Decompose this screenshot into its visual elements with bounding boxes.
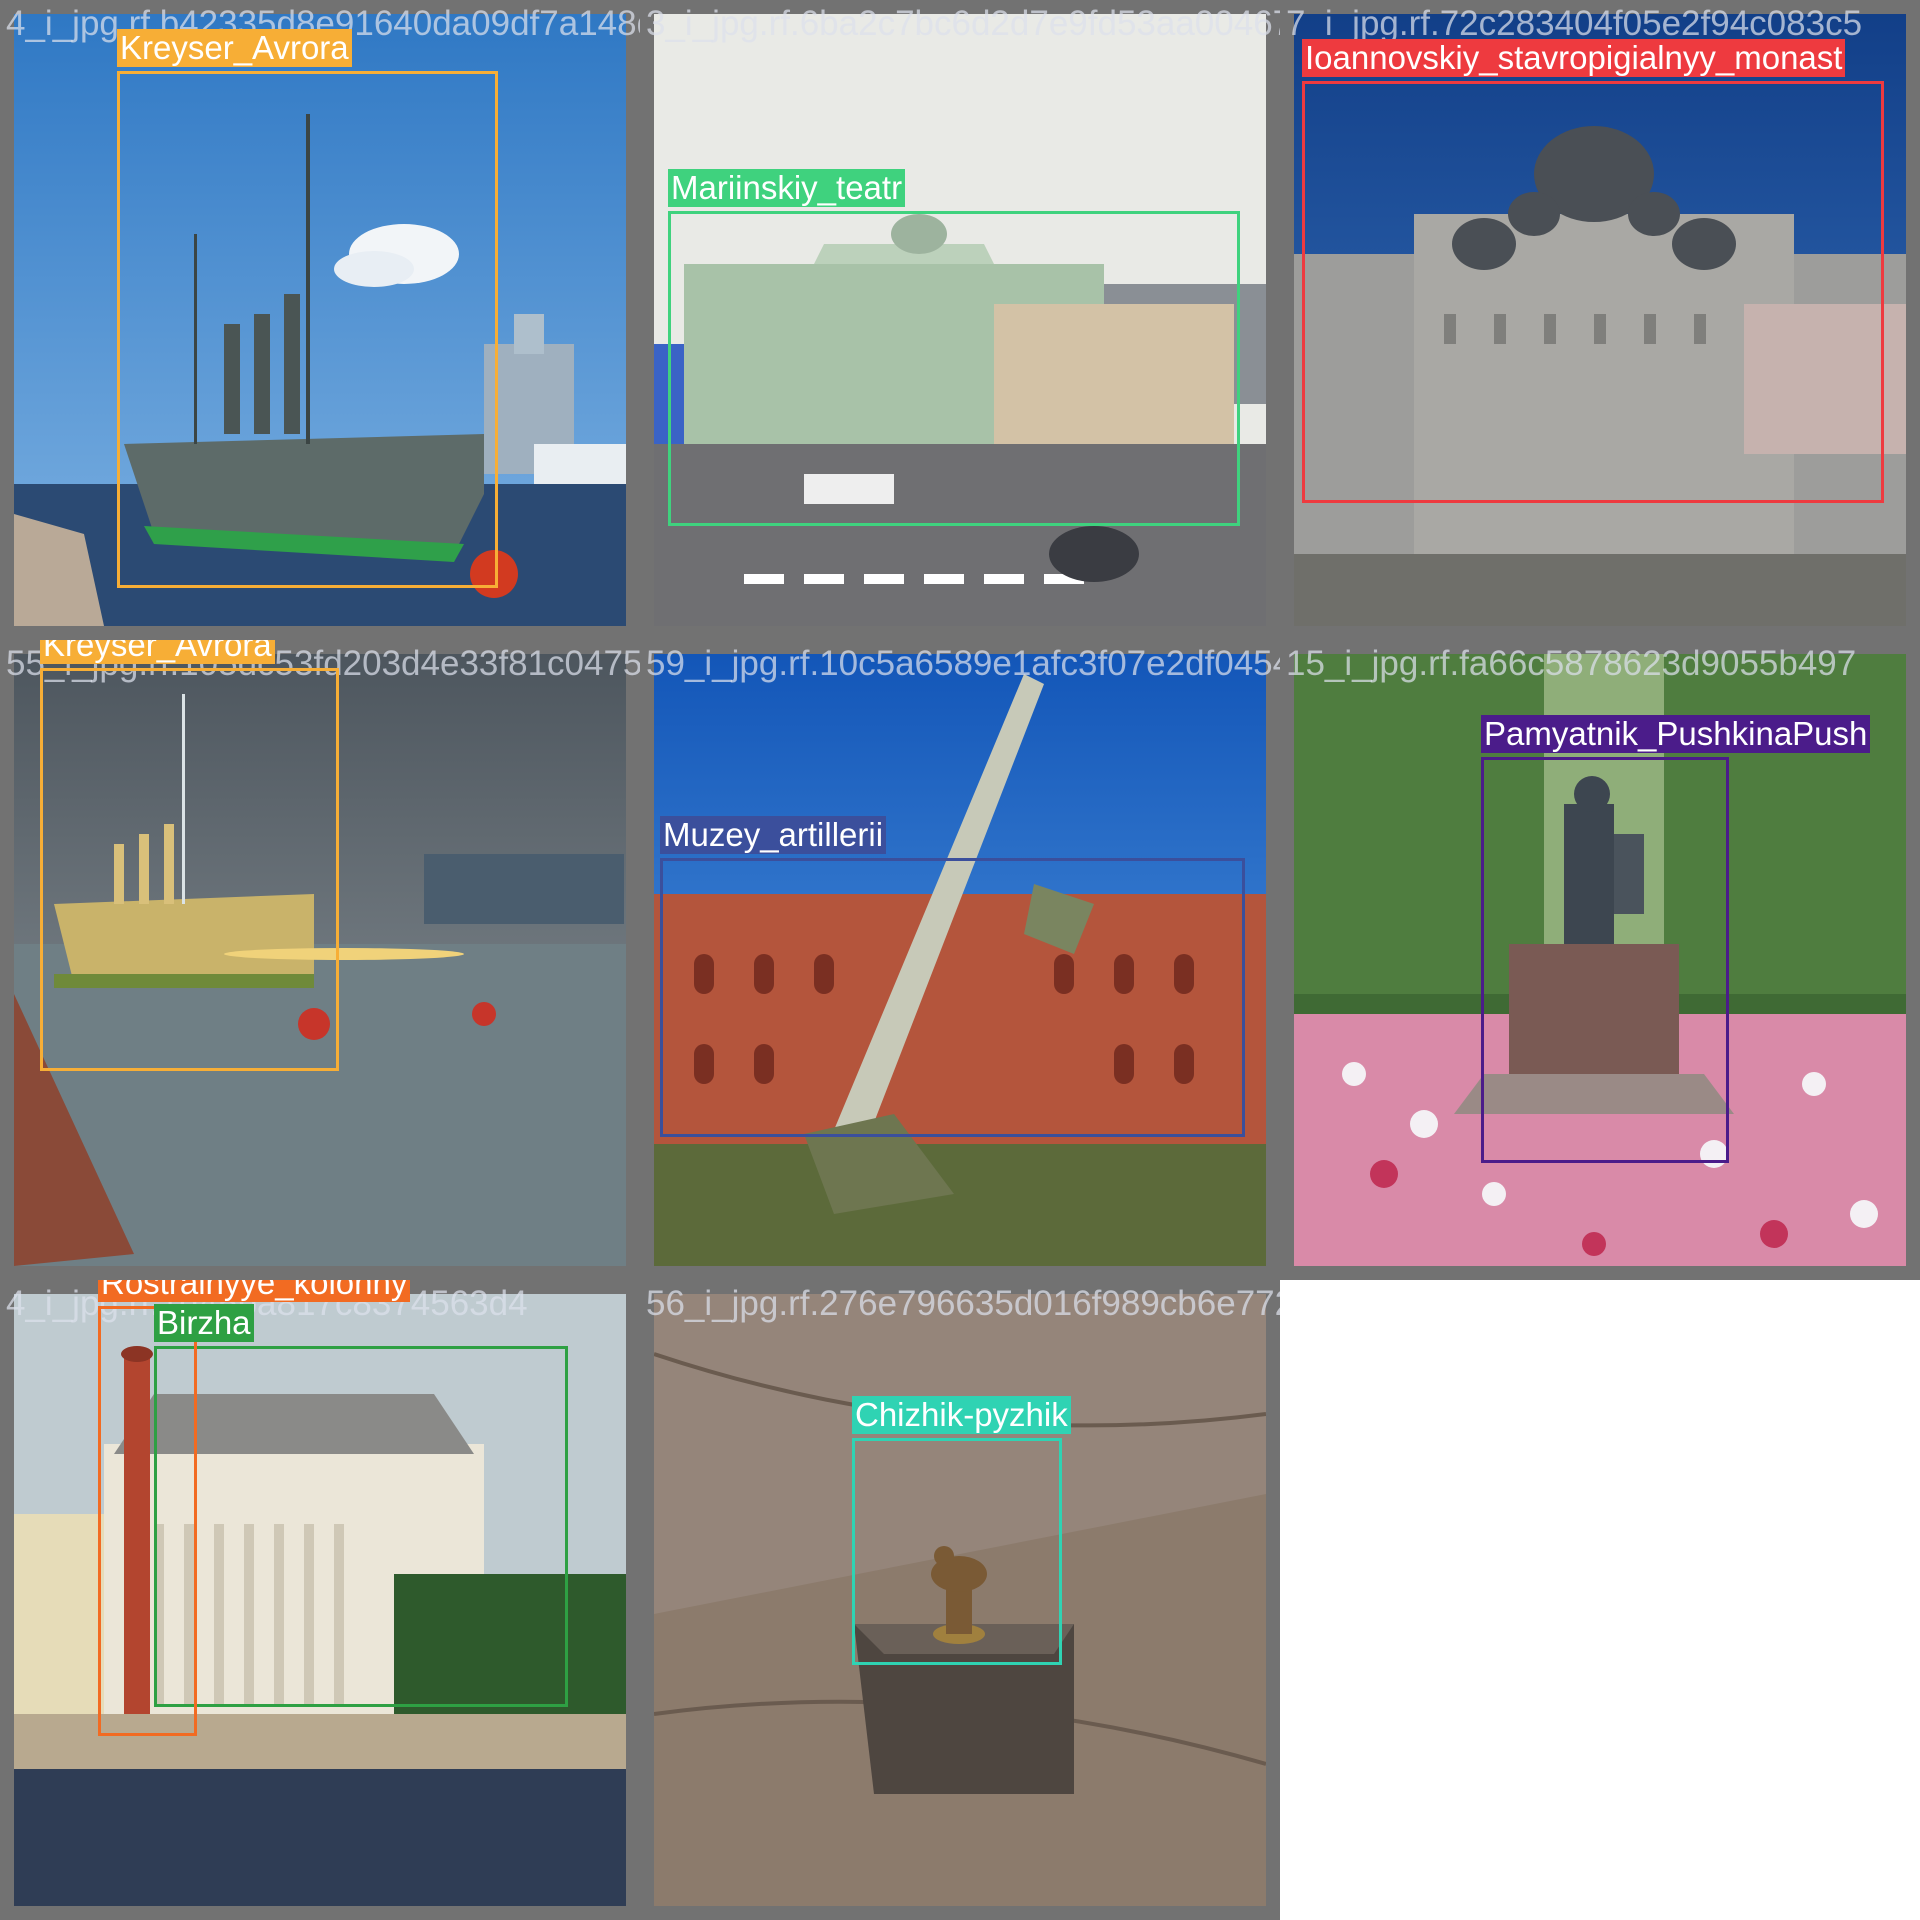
mosaic-tile: 56_i_jpg.rf.276e796635d016f989cb6e7720d7… xyxy=(640,1280,1280,1920)
detection-label: Chizhik-pyzhik xyxy=(852,1396,1071,1434)
mosaic-tile: 7_i_jpg.rf.72c283404f05e2f94c083c5 Ioann… xyxy=(1280,0,1920,640)
mosaic-tile: 4_i_jpg.rf.1d45ba817c8374563d4 Birzha Ro… xyxy=(0,1280,640,1920)
detection-box xyxy=(1302,81,1884,503)
detection-box xyxy=(40,668,339,1071)
mosaic-tile: 55_i_jpg.rf.105dc53fd203d4e33f81c0475 Kr… xyxy=(0,640,640,1280)
detection-mosaic: 4_i_jpg.rf.b42335d8e91640da09df7a148d757… xyxy=(0,0,1920,1920)
mosaic-tile: 3_i_jpg.rf.6ba2c7bc6d2d7e9fd53aa00467cd4… xyxy=(640,0,1280,640)
detection-box xyxy=(852,1438,1062,1665)
mosaic-tile: 59_i_jpg.rf.10c5a6589e1afc3f07e2df0454 M… xyxy=(640,640,1280,1280)
detection-box xyxy=(1481,757,1729,1163)
detection-label: Birzha xyxy=(154,1304,254,1342)
image-filename: 3_i_jpg.rf.6ba2c7bc6d2d7e9fd53aa00467cd4 xyxy=(646,4,1280,43)
detection-label: Pamyatnik_PushkinaPush xyxy=(1481,715,1871,753)
detection-box xyxy=(154,1346,568,1707)
mosaic-tile: 15_i_jpg.rf.fa66c5878623d9055b497 Pamyat… xyxy=(1280,640,1920,1280)
detection-label: Kreyser_Avrora xyxy=(117,29,352,67)
detection-box xyxy=(668,211,1240,526)
image-filename: 7_i_jpg.rf.72c283404f05e2f94c083c5 xyxy=(1286,4,1863,43)
detection-box xyxy=(117,71,498,588)
detection-label: Rostralnyye_kolonny xyxy=(98,1280,411,1302)
mosaic-tile: 4_i_jpg.rf.b42335d8e91640da09df7a148d757… xyxy=(0,0,640,640)
image-filename: 59_i_jpg.rf.10c5a6589e1afc3f07e2df0454 xyxy=(646,644,1280,683)
detection-box xyxy=(660,858,1245,1137)
detection-label: Kreyser_Avrora xyxy=(40,640,275,664)
image-filename: 56_i_jpg.rf.276e796635d016f989cb6e7720d7 xyxy=(646,1284,1280,1323)
detection-label: Mariinskiy_teatr xyxy=(668,169,906,207)
detection-label: Ioannovskiy_stavropigialnyy_monast xyxy=(1302,39,1846,77)
detection-box xyxy=(98,1306,197,1736)
detection-label: Muzey_artillerii xyxy=(660,816,887,854)
image-filename: 15_i_jpg.rf.fa66c5878623d9055b497 xyxy=(1286,644,1857,683)
